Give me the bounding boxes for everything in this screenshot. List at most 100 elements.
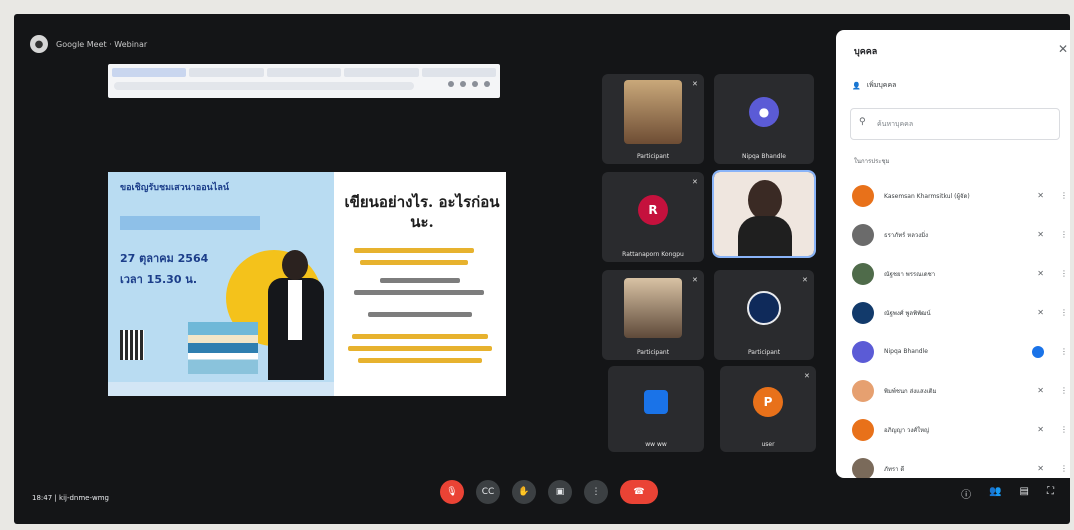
more-options-icon[interactable]: ⋮	[1060, 425, 1068, 434]
text-line	[368, 312, 472, 317]
browser-tab	[344, 68, 419, 77]
more-options-icon[interactable]: ⋮	[1060, 308, 1068, 317]
side-controls: ⓘ 👥 ▤ ⛶	[961, 486, 1054, 501]
avatar	[852, 418, 874, 441]
participant-tile[interactable]: ✕ Participant	[602, 270, 704, 360]
present-button[interactable]: ▣	[548, 480, 572, 504]
search-people-input[interactable]: ⚲ ค้นหาบุคคล	[850, 108, 1060, 140]
meeting-time: 18:47	[32, 494, 53, 502]
person-name: อภิญญา วงศ์ใหญ่	[884, 426, 930, 434]
list-item[interactable]: พิมพ์ชนก ส่งแสงเติม ✕ ⋮	[848, 371, 1070, 410]
participant-name: ww ww	[645, 441, 667, 448]
browser-tab	[189, 68, 264, 77]
avatar	[852, 301, 874, 324]
more-options-icon[interactable]: ⋮	[1060, 347, 1068, 356]
mic-off-icon: ✕	[1037, 386, 1044, 395]
slide-topic: เขียนอย่างไร. อะไรก่อนนะ.	[334, 172, 506, 396]
extension-icon	[472, 81, 478, 87]
avatar	[852, 262, 874, 285]
more-options-button[interactable]: ⋮	[584, 480, 608, 504]
slide-headline: ขอเชิญรับชมเสวนาออนไลน์	[120, 183, 229, 193]
call-controls: 🎙 CC ✋ ▣ ⋮ ☎	[440, 480, 658, 504]
avatar	[852, 340, 874, 363]
qr-code	[120, 330, 144, 360]
books-image	[188, 322, 258, 374]
participant-tile-active-speaker[interactable]	[712, 170, 816, 258]
list-item[interactable]: ณัฐชยา พรรณเดชา ✕ ⋮	[848, 254, 1070, 293]
add-people-button[interactable]: 👤 เพิ่มบุคคล	[852, 80, 896, 91]
participant-name: Participant	[636, 349, 670, 356]
video-feed	[624, 80, 682, 144]
mic-off-icon: ✕	[1037, 425, 1044, 434]
browser-tab	[266, 68, 342, 77]
mic-off-icon: ✕	[1037, 191, 1044, 200]
activities-icon[interactable]: ⛶	[1047, 486, 1054, 501]
speaker-shirt	[288, 280, 302, 340]
people-panel: บุคคล ✕ 👤 เพิ่มบุคคล ⚲ ค้นหาบุคคล ในการป…	[836, 30, 1070, 478]
text-line	[354, 290, 484, 295]
participant-tile[interactable]: P ✕ user	[720, 366, 816, 452]
raise-hand-button[interactable]: ✋	[512, 480, 536, 504]
participant-name: Participant	[636, 153, 670, 160]
list-item[interactable]: Kasemsan Kharmsitkul (ผู้จัด) ✕ ⋮	[848, 176, 1070, 215]
chat-icon[interactable]: ▤	[1020, 486, 1029, 501]
avatar	[852, 223, 874, 246]
extension-icon	[448, 81, 454, 87]
close-icon[interactable]: ✕	[1058, 42, 1068, 56]
more-options-icon[interactable]: ⋮	[1060, 230, 1068, 239]
mic-off-icon: ✕	[692, 178, 698, 186]
people-icon[interactable]: 👥	[989, 486, 1001, 501]
list-item[interactable]: ณัฐพงศ์ พูลพิพัฒน์ ✕ ⋮	[848, 293, 1070, 332]
participant-tile[interactable]: ● Nipqa Bhandle	[714, 74, 814, 164]
speaker-photo	[268, 250, 324, 380]
more-options-icon[interactable]: ⋮	[1060, 191, 1068, 200]
participant-name: Nipqa Bhandle	[742, 153, 786, 160]
captions-button[interactable]: CC	[476, 480, 500, 504]
participant-tile[interactable]: ✕ Participant	[602, 74, 704, 164]
mic-off-icon: ✕	[802, 276, 808, 284]
more-options-icon[interactable]: ⋮	[1060, 464, 1068, 473]
list-item[interactable]: ธราภัทร์ หลวงมิ่ง ✕ ⋮	[848, 215, 1070, 254]
more-options-icon[interactable]: ⋮	[1060, 386, 1068, 395]
leave-call-button[interactable]: ☎	[620, 480, 658, 504]
text-line	[360, 260, 468, 265]
mic-off-icon: ✕	[804, 372, 810, 380]
participant-tile[interactable]: R ✕ Rattanaporn Kongpu	[602, 172, 704, 262]
video-feed	[748, 180, 782, 220]
add-people-label: เพิ่มบุคคล	[866, 81, 897, 89]
browser-tab	[421, 68, 497, 77]
person-name: Nipqa Bhandle	[884, 348, 928, 355]
slide-poster: ขอเชิญรับชมเสวนาออนไลน์ 27 ตุลาคม 2564 เ…	[108, 172, 334, 396]
meeting-header: ● Google Meet · Webinar	[30, 32, 147, 56]
avatar	[852, 184, 874, 207]
video-feed	[738, 216, 792, 256]
participant-tile[interactable]: ✕ Participant	[714, 270, 814, 360]
meeting-info: 18:47 | kij-dnme-wmg	[32, 494, 109, 502]
avatar: R	[638, 194, 668, 225]
person-name: ภัทรา ดี	[884, 465, 905, 473]
person-name: ธราภัทร์ หลวงมิ่ง	[884, 231, 929, 239]
video-feed	[624, 278, 682, 338]
menu-icon	[484, 81, 490, 87]
meeting-title: Google Meet · Webinar	[56, 39, 148, 49]
more-options-icon[interactable]: ⋮	[1060, 269, 1068, 278]
browser-tabs	[112, 68, 497, 77]
list-item[interactable]: ภัทรา ดี ✕ ⋮	[848, 449, 1070, 478]
people-list: Kasemsan Kharmsitkul (ผู้จัด) ✕ ⋮ ธราภัท…	[848, 176, 1070, 478]
add-person-icon: 👤	[852, 81, 861, 90]
person-name: ณัฐพงศ์ พูลพิพัฒน์	[884, 309, 931, 317]
panel-title: บุคคล	[854, 47, 878, 57]
participant-tile[interactable]: ww ww	[608, 366, 704, 452]
text-line	[348, 346, 492, 351]
slide-time: เวลา 15.30 น.	[120, 273, 198, 286]
info-icon[interactable]: ⓘ	[961, 486, 971, 501]
mic-off-icon: ✕	[1037, 230, 1044, 239]
list-item[interactable]: Nipqa Bhandle ⋮	[848, 332, 1070, 371]
meet-window: ● Google Meet · Webinar ขอเชิญรับชมเสวนา…	[14, 14, 1070, 524]
list-item[interactable]: อภิญญา วงศ์ใหญ่ ✕ ⋮	[848, 410, 1070, 449]
avatar: ●	[749, 96, 779, 127]
mic-toggle-button[interactable]: 🎙	[440, 480, 464, 504]
avatar	[852, 457, 874, 478]
slide-footer	[108, 382, 334, 396]
browser-tab	[112, 68, 187, 77]
